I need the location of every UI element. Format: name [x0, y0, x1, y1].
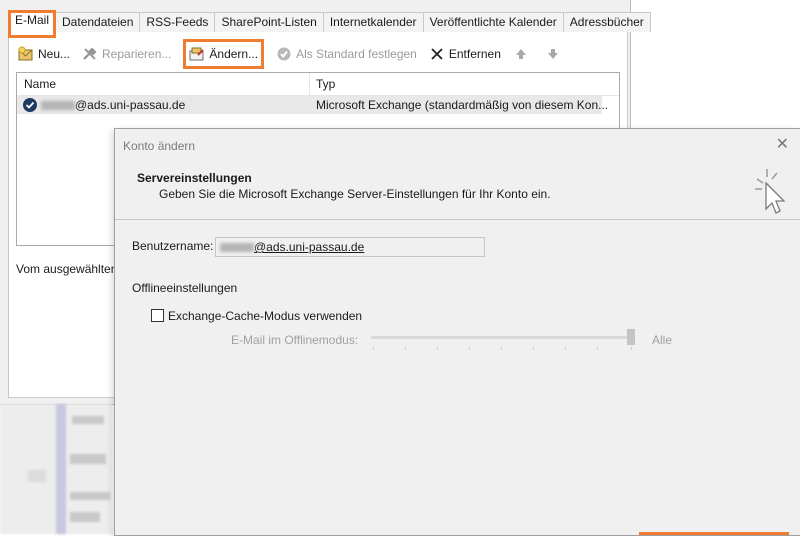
- dialog-title: Konto ändern: [123, 139, 196, 153]
- tools-icon: [83, 47, 97, 60]
- cache-mode-checkbox[interactable]: [151, 309, 164, 322]
- slider-tick: [501, 347, 502, 350]
- table-row[interactable]: @ads.uni-passau.de Microsoft Exchange (s…: [17, 96, 608, 114]
- change-button-label: Ändern...: [209, 46, 259, 61]
- account-toolbar: Neu... Reparieren... Ändern... Als Stand…: [18, 38, 577, 69]
- offline-mail-value: Alle: [652, 333, 673, 347]
- column-header-type[interactable]: Typ: [309, 73, 606, 95]
- selected-account-info: Vom ausgewählten: [16, 262, 118, 276]
- slider-tick: [565, 347, 566, 350]
- redacted-block: [56, 404, 66, 534]
- tab-email[interactable]: E-Mail: [8, 10, 57, 38]
- server-settings-title: Servereinstellungen: [137, 171, 252, 185]
- offline-mail-slider-thumb[interactable]: [627, 329, 635, 345]
- close-icon[interactable]: ✕: [776, 137, 789, 153]
- tab-internet-calendars[interactable]: Internetkalender: [322, 12, 424, 32]
- username-label: Benutzername:: [132, 239, 214, 253]
- slider-tick: [631, 347, 632, 350]
- server-settings-subtitle: Geben Sie die Microsoft Exchange Server-…: [159, 187, 551, 201]
- tab-bar: E-Mail Datendateien RSS-Feeds SharePoint…: [8, 10, 651, 38]
- change-button[interactable]: Ändern...: [183, 38, 265, 69]
- redacted-block: [70, 492, 110, 500]
- slider-tick: [469, 347, 470, 350]
- slider-tick: [597, 347, 598, 350]
- redacted-username: [41, 101, 75, 111]
- check-icon: [25, 101, 35, 109]
- offline-mail-slider-track[interactable]: [371, 336, 633, 339]
- checkmark-circle-icon: [277, 47, 291, 61]
- remove-button-label: Entfernen: [448, 47, 501, 61]
- account-type: Microsoft Exchange (standardmäßig von di…: [316, 98, 609, 112]
- set-default-button[interactable]: Als Standard festlegen: [276, 44, 417, 64]
- redacted-block: [28, 470, 46, 482]
- list-header: Name Typ: [17, 73, 619, 96]
- close-x-icon: [431, 48, 443, 60]
- arrow-down-icon: [547, 49, 558, 59]
- set-default-label: Als Standard festlegen: [296, 47, 417, 61]
- arrow-up-icon: [515, 49, 526, 59]
- redacted-block: [72, 416, 104, 424]
- move-up-button[interactable]: [513, 44, 533, 64]
- tab-data-files[interactable]: Datendateien: [55, 12, 141, 32]
- redacted-block: [70, 454, 106, 464]
- offline-mail-label: E-Mail im Offlinemodus:: [231, 333, 359, 347]
- slider-tick: [373, 347, 374, 350]
- redacted-block: [70, 512, 100, 522]
- move-down-button[interactable]: [545, 44, 565, 64]
- slider-tick: [533, 347, 534, 350]
- new-button[interactable]: Neu...: [18, 44, 70, 64]
- default-account-check-icon: [23, 98, 37, 112]
- new-button-label: Neu...: [38, 47, 71, 61]
- account-domain: @ads.uni-passau.de: [75, 98, 186, 112]
- repair-button[interactable]: Reparieren...: [82, 44, 171, 64]
- account-name: @ads.uni-passau.de: [41, 96, 185, 114]
- redacted-username: [220, 243, 254, 253]
- tab-published-calendars[interactable]: Veröffentlichte Kalender: [422, 12, 564, 32]
- offline-settings-heading: Offlineeinstellungen: [132, 281, 238, 295]
- change-account-dialog: Konto ändern ✕ Servereinstellungen Geben…: [114, 128, 800, 536]
- repair-button-label: Reparieren...: [102, 47, 172, 61]
- tab-sharepoint-lists[interactable]: SharePoint-Listen: [214, 12, 324, 32]
- dialog-header: Servereinstellungen Geben Sie die Micros…: [115, 159, 800, 220]
- slider-tick: [405, 347, 406, 350]
- new-mail-icon: [18, 46, 33, 61]
- remove-button[interactable]: Entfernen: [429, 44, 501, 64]
- tab-address-books[interactable]: Adressbücher: [562, 12, 651, 32]
- column-header-name[interactable]: Name: [17, 73, 310, 95]
- slider-tick: [437, 347, 438, 350]
- tab-rss-feeds[interactable]: RSS-Feeds: [139, 12, 216, 32]
- username-domain: @ads.uni-passau.de: [254, 240, 365, 254]
- change-account-icon: [189, 47, 205, 60]
- cache-mode-label[interactable]: Exchange-Cache-Modus verwenden: [168, 309, 362, 323]
- username-field[interactable]: @ads.uni-passau.de: [215, 237, 485, 257]
- cursor-sparkle-icon: [755, 169, 786, 214]
